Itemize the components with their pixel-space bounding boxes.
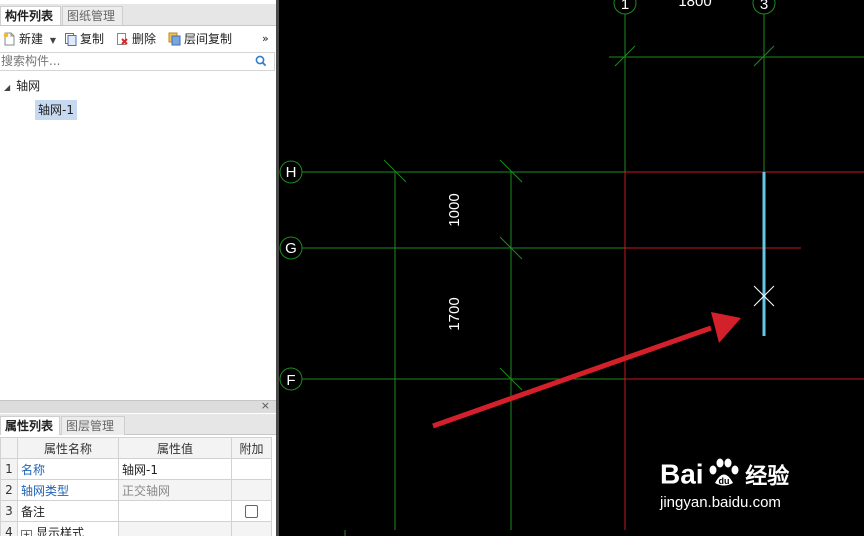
watermark-brand: Bai du 经验 <box>660 458 789 494</box>
svg-text:du: du <box>719 476 730 486</box>
attach-checkbox[interactable] <box>245 505 258 518</box>
property-name: 轴网类型 <box>17 479 119 501</box>
property-name: 名称 <box>17 458 119 480</box>
column-header: 属性名称 <box>17 437 119 459</box>
search-icon[interactable] <box>255 54 267 71</box>
copy-icon <box>64 32 77 46</box>
property-row[interactable]: 3 备注 <box>0 500 272 522</box>
property-name: 备注 <box>17 500 119 522</box>
new-button-label: 新建 <box>19 32 44 46</box>
property-extra-cell <box>231 521 272 536</box>
tab-layer-management[interactable]: 图层管理 <box>61 416 125 435</box>
property-value[interactable]: 轴网-1 <box>118 458 232 480</box>
tab-component-list[interactable]: 构件列表 <box>0 6 61 25</box>
new-file-icon <box>3 32 16 46</box>
collapse-triangle-icon[interactable]: ◢ <box>4 83 10 92</box>
row-number: 3 <box>0 500 18 522</box>
new-dropdown-icon[interactable]: ▼ <box>50 36 56 45</box>
column-header: 附加 <box>231 437 272 459</box>
row-number: 1 <box>0 458 18 480</box>
delete-button-label: 删除 <box>132 32 157 46</box>
property-value: 正交轴网 <box>118 479 232 501</box>
tree-node-axis-grid-1[interactable]: 轴网-1 <box>35 100 77 120</box>
component-search <box>0 52 275 71</box>
left-panel: 构件列表 图纸管理 新建 ▼ 复制 删除 层间复制 » 搜索构件... ◢ 轴网… <box>0 0 276 536</box>
tree-node-axis-grid[interactable]: ◢ 轴网 <box>4 76 40 96</box>
dimension-label-upper: 1000 <box>446 193 463 226</box>
property-extra-cell <box>231 479 272 501</box>
copy-button[interactable]: 复制 <box>64 29 104 49</box>
tab-property-list[interactable]: 属性列表 <box>0 416 60 435</box>
watermark: Bai du 经验 jingyan.baidu.com <box>660 458 860 518</box>
axis-label-1: 1 <box>621 0 629 13</box>
floor-copy-icon <box>168 32 181 46</box>
delete-icon <box>116 32 129 46</box>
watermark-url: jingyan.baidu.com <box>660 494 781 511</box>
row-number: 4 <box>0 521 18 536</box>
property-row[interactable]: 1 名称 轴网-1 <box>0 458 272 480</box>
component-tree: ◢ 轴网 轴网-1 <box>0 76 276 396</box>
property-row[interactable]: 4 + 显示样式 <box>0 521 272 536</box>
property-row[interactable]: 2 轴网类型 正交轴网 <box>0 479 272 501</box>
attach-checkbox-cell <box>231 500 272 522</box>
property-value[interactable] <box>118 500 232 522</box>
delete-button[interactable]: 删除 <box>116 29 156 49</box>
component-tabs: 构件列表 图纸管理 <box>0 4 276 26</box>
property-name-label: 显示样式 <box>36 525 85 536</box>
toolbar-overflow-button[interactable]: » <box>262 29 269 49</box>
property-table: 属性名称 属性值 附加 1 名称 轴网-1 2 轴网类型 正交轴网 3 备注 4… <box>0 437 272 536</box>
expand-icon[interactable]: + <box>21 529 32 536</box>
axis-label-f: F <box>286 372 295 389</box>
property-name: + 显示样式 <box>17 521 119 536</box>
floor-copy-button-label: 层间复制 <box>184 32 233 46</box>
tree-node-label: 轴网-1 <box>38 103 74 117</box>
property-extra-cell <box>231 458 272 480</box>
dimension-label-lower: 1700 <box>446 297 463 330</box>
panel-splitter[interactable]: × <box>0 399 276 413</box>
close-icon[interactable]: × <box>261 399 270 412</box>
watermark-brand-right: 经验 <box>745 464 790 490</box>
copy-button-label: 复制 <box>80 32 105 46</box>
component-toolbar: 新建 ▼ 复制 删除 层间复制 » <box>0 27 276 51</box>
row-number: 2 <box>0 479 18 501</box>
property-tabs: 属性列表 图层管理 <box>0 414 276 435</box>
column-header: 属性值 <box>118 437 232 459</box>
row-number-header <box>0 437 18 459</box>
drawing-canvas[interactable]: 1 3 H G F 1800 1000 1700 <box>279 0 864 536</box>
tree-node-label: 轴网 <box>16 79 41 93</box>
watermark-brand-left: Bai <box>660 458 704 490</box>
axis-label-h: H <box>286 164 297 181</box>
canvas-background <box>279 0 864 536</box>
property-value <box>118 521 232 536</box>
paw-icon: du <box>707 458 741 491</box>
new-button[interactable]: 新建 ▼ <box>3 29 56 49</box>
search-input[interactable] <box>0 53 241 69</box>
floor-copy-button[interactable]: 层间复制 <box>168 29 232 49</box>
axis-label-3: 3 <box>760 0 768 13</box>
axis-label-g: G <box>285 240 297 257</box>
tab-drawing-management[interactable]: 图纸管理 <box>62 6 123 25</box>
property-header-row: 属性名称 属性值 附加 <box>0 437 272 459</box>
dimension-label-top: 1800 <box>678 0 711 10</box>
